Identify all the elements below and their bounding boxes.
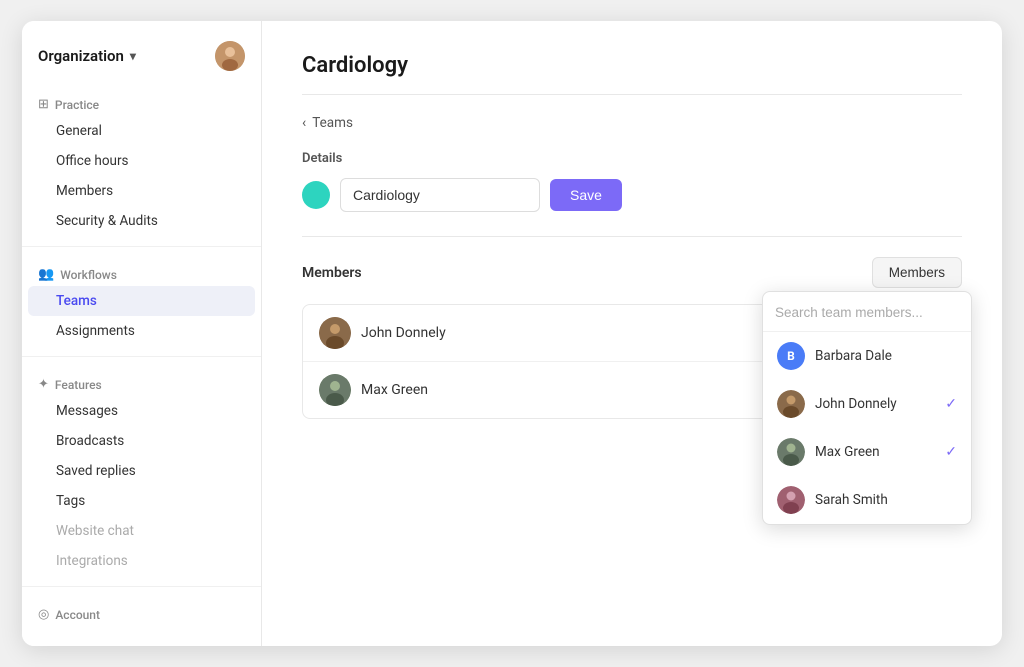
sidebar-section-account: ◎ Account: [22, 597, 261, 626]
dropdown-member-name: Sarah Smith: [815, 492, 888, 508]
sidebar-header: Organization ▾: [22, 41, 261, 87]
back-arrow-icon: ‹: [302, 115, 306, 131]
main-divider-middle: [302, 236, 962, 237]
team-color-dot[interactable]: [302, 181, 330, 209]
sidebar-item-assignments[interactable]: Assignments: [28, 316, 255, 346]
sidebar-item-members[interactable]: Members: [28, 176, 255, 206]
org-name-label: Organization: [38, 47, 124, 65]
teams-label: Teams: [56, 293, 97, 309]
avatar: [319, 317, 351, 349]
broadcasts-label: Broadcasts: [56, 433, 124, 449]
details-row: Save: [302, 178, 962, 212]
practice-icon: ⊞: [38, 97, 49, 112]
divider-1: [22, 246, 261, 247]
members-dropdown: B Barbara Dale John Donnely ✓: [762, 291, 972, 525]
avatar: [319, 374, 351, 406]
account-label: Account: [55, 608, 100, 622]
sidebar-item-office-hours[interactable]: Office hours: [28, 146, 255, 176]
save-button[interactable]: Save: [550, 179, 622, 211]
dropdown-member-name: Barbara Dale: [815, 348, 892, 364]
account-icon: ◎: [38, 607, 49, 622]
list-item[interactable]: Max Green ✓: [763, 428, 971, 476]
sidebar-section-workflows: 👥 Workflows: [22, 257, 261, 286]
avatar-letter: B: [787, 349, 795, 363]
page-title: Cardiology: [302, 53, 962, 78]
saved-replies-label: Saved replies: [56, 463, 136, 479]
office-hours-label: Office hours: [56, 153, 129, 169]
dropdown-search-container: [763, 292, 971, 332]
list-item[interactable]: Sarah Smith: [763, 476, 971, 524]
search-input[interactable]: [775, 305, 959, 320]
practice-label: Practice: [55, 98, 99, 112]
list-item[interactable]: B Barbara Dale: [763, 332, 971, 380]
features-icon: ✦: [38, 377, 49, 392]
workflows-icon: 👥: [38, 267, 54, 282]
members-dropdown-button[interactable]: Members: [872, 257, 962, 288]
members-nav-label: Members: [56, 183, 113, 199]
team-name-input[interactable]: [340, 178, 540, 212]
back-to-teams-link[interactable]: ‹ Teams: [302, 115, 353, 131]
avatar: [215, 41, 245, 71]
org-title[interactable]: Organization ▾: [38, 47, 136, 65]
messages-label: Messages: [56, 403, 118, 419]
members-section-header: Members Members: [302, 257, 962, 288]
sidebar-item-saved-replies[interactable]: Saved replies: [28, 456, 255, 486]
sidebar-item-broadcasts[interactable]: Broadcasts: [28, 426, 255, 456]
sidebar-item-messages[interactable]: Messages: [28, 396, 255, 426]
sidebar-section-features: ✦ Features: [22, 367, 261, 396]
sidebar-item-website-chat[interactable]: Website chat: [28, 516, 255, 546]
security-label: Security & Audits: [56, 213, 158, 229]
sidebar-item-teams[interactable]: Teams: [28, 286, 255, 316]
avatar: B: [777, 342, 805, 370]
main-divider-top: [302, 94, 962, 95]
integrations-label: Integrations: [56, 553, 128, 569]
check-icon: ✓: [945, 396, 957, 412]
features-label: Features: [55, 378, 102, 392]
sidebar-item-security[interactable]: Security & Audits: [28, 206, 255, 236]
website-chat-label: Website chat: [56, 523, 134, 539]
dropdown-member-name: Max Green: [815, 444, 880, 460]
dropdown-member-name: John Donnely: [815, 396, 897, 412]
tags-label: Tags: [56, 493, 85, 509]
avatar: [777, 438, 805, 466]
main-content: Cardiology ‹ Teams Details Save Members …: [262, 21, 1002, 646]
sidebar-item-tags[interactable]: Tags: [28, 486, 255, 516]
avatar: [777, 390, 805, 418]
avatar: [777, 486, 805, 514]
list-item[interactable]: John Donnely ✓: [763, 380, 971, 428]
divider-3: [22, 586, 261, 587]
details-section-label: Details: [302, 151, 962, 166]
members-section-label: Members: [302, 265, 362, 281]
app-container: Organization ▾ ⊞ Practice General Office…: [22, 21, 1002, 646]
assignments-label: Assignments: [56, 323, 135, 339]
member-name: Max Green: [361, 382, 428, 398]
chevron-down-icon: ▾: [130, 49, 136, 63]
divider-2: [22, 356, 261, 357]
sidebar-section-practice: ⊞ Practice: [22, 87, 261, 116]
sidebar-item-integrations[interactable]: Integrations: [28, 546, 255, 576]
general-label: General: [56, 123, 102, 139]
back-link-label: Teams: [312, 115, 353, 131]
workflows-label: Workflows: [60, 268, 117, 282]
check-icon: ✓: [945, 444, 957, 460]
member-name: John Donnely: [361, 325, 446, 341]
sidebar-item-general[interactable]: General: [28, 116, 255, 146]
sidebar: Organization ▾ ⊞ Practice General Office…: [22, 21, 262, 646]
